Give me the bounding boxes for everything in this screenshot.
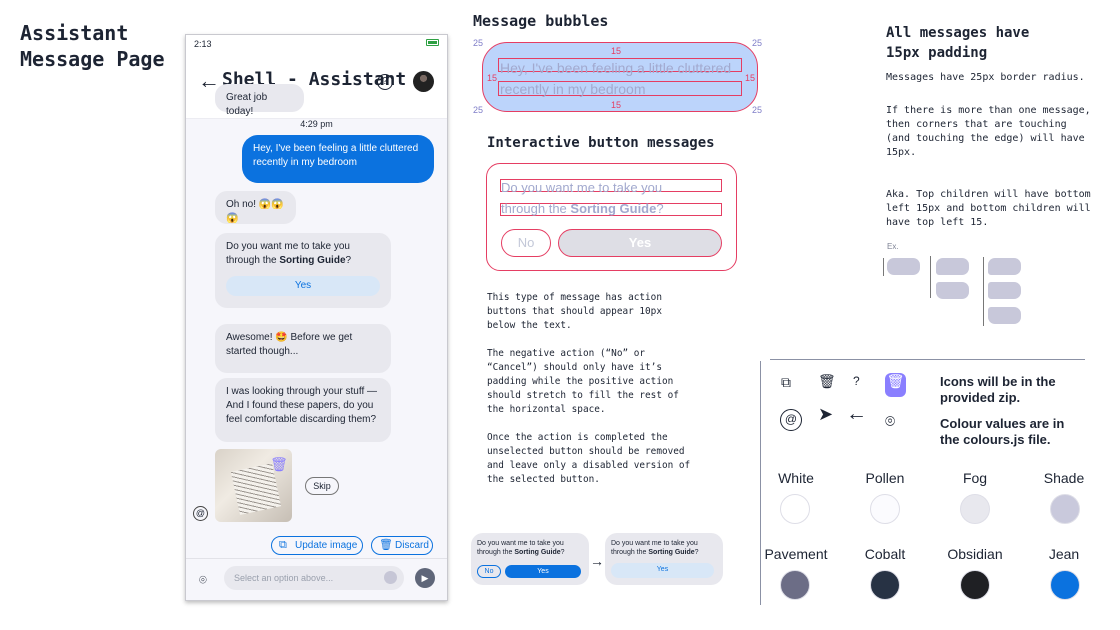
- bubble-text-line-1: Hey, I've been feeling a little cluttere…: [500, 60, 732, 76]
- message-composer: ⌾ Select an option above... ▶: [186, 558, 447, 600]
- status-time: 2:13: [194, 39, 212, 49]
- swatch-white: [780, 494, 810, 524]
- swatch-label-jean: Jean: [1048, 546, 1080, 562]
- update-image-button[interactable]: ⧉ Update image: [271, 536, 363, 555]
- interactive-text-line-2: through the Sorting Guide?: [501, 201, 664, 216]
- add-photo-icon: ⧉: [781, 374, 791, 390]
- page-title: Assistant Message Page: [20, 21, 165, 71]
- assistant-message-awesome: Awesome! 🤩 Before we get started though.…: [215, 324, 391, 373]
- interactive-after-example: Do you want me to take you through the So…: [605, 533, 723, 585]
- yes-button[interactable]: Yes: [226, 276, 380, 296]
- radius-label-top-left: 25: [473, 38, 484, 48]
- assistant-message-great: Great job today!: [215, 84, 304, 117]
- example-label: Ex.: [887, 242, 899, 251]
- radius-label-bottom-left: 25: [473, 105, 484, 115]
- colours-note: Colour values are in the colours.js file…: [940, 416, 1065, 447]
- message-input[interactable]: Select an option above...: [224, 566, 404, 590]
- stack-middle-example: [988, 282, 1021, 299]
- swatch-label-pollen: Pollen: [865, 470, 905, 486]
- swatch-cobalt: [870, 570, 900, 600]
- help-icon[interactable]: ?: [377, 74, 393, 90]
- interactive-button-heading: Interactive button messages: [487, 135, 715, 151]
- back-arrow-icon: ←: [846, 402, 867, 425]
- disabled-yes-button: Yes: [611, 563, 714, 578]
- interactive-before-example: Do you want me to take you through the So…: [471, 533, 589, 585]
- padding-rules-heading: All messages have 15px padding: [886, 25, 1030, 61]
- padding-label-right: 15: [745, 73, 756, 83]
- swatch-label-pavement: Pavement: [764, 546, 828, 562]
- bottom-child-example: [936, 282, 969, 299]
- user-message-cluttered: Hey, I've been feeling a little cluttere…: [242, 135, 434, 183]
- battery-icon: [426, 39, 439, 46]
- bubble-text-line-2: recently in my bedroom: [500, 81, 646, 97]
- send-icon: ➤: [818, 404, 834, 424]
- swatch-pollen: [870, 494, 900, 524]
- skip-button[interactable]: Skip: [305, 477, 339, 495]
- stack-top-example: [988, 258, 1021, 275]
- swatch-pavement: [780, 570, 810, 600]
- swatch-shade: [1050, 494, 1080, 524]
- assistant-message-papers: I was looking through your stuff — And I…: [215, 378, 391, 442]
- padding-label-left: 15: [487, 73, 498, 83]
- trash-icon[interactable]: 🗑: [270, 455, 288, 473]
- radius-label-bottom-right: 25: [752, 105, 763, 115]
- swatch-label-fog: Fog: [962, 470, 988, 486]
- send-icon[interactable]: ▶: [415, 568, 435, 588]
- avatar[interactable]: [413, 71, 434, 92]
- trash-icon: 🗑: [379, 539, 393, 551]
- corner-rule: If there is more than one message, then …: [886, 105, 1091, 158]
- yes-button[interactable]: Yes: [558, 229, 722, 257]
- before-no-button[interactable]: No: [477, 565, 501, 578]
- swatch-obsidian: [960, 570, 990, 600]
- trash-icon: 🗑: [818, 373, 836, 389]
- assistant-spiral-icon: @: [193, 506, 208, 521]
- discard-button[interactable]: 🗑 Discard: [371, 536, 433, 555]
- radius-rule: Messages have 25px border radius.: [886, 72, 1085, 83]
- stack-bottom-example: [988, 307, 1021, 324]
- swatch-label-white: White: [778, 470, 814, 486]
- message-timestamp: 4:29 pm: [300, 119, 333, 129]
- children-rule: Aka. Top children will have bottom left …: [886, 189, 1091, 228]
- assistant-message-sorting-guide: Do you want me to take you through the S…: [215, 233, 391, 308]
- radius-label-top-right: 25: [752, 38, 763, 48]
- edit-image-icon: ⧉: [279, 539, 287, 551]
- padding-label-bottom: 15: [611, 100, 622, 110]
- swatch-jean: [1050, 570, 1080, 600]
- swatch-label-obsidian: Obsidian: [947, 546, 1003, 562]
- assistant-spiral-icon: @: [780, 409, 802, 431]
- swatch-fog: [960, 494, 990, 524]
- padding-label-top: 15: [611, 46, 622, 56]
- interactive-guidance-note: This type of message has action buttons …: [487, 292, 691, 485]
- top-child-example: [936, 258, 969, 275]
- single-message-example: [887, 258, 920, 275]
- camera-icon[interactable]: ⌾: [199, 572, 207, 588]
- interactive-text-line-1: Do you want me to take you: [501, 180, 663, 195]
- example-edge-line: [930, 256, 931, 298]
- before-yes-button[interactable]: Yes: [505, 565, 581, 578]
- help-icon: ?: [853, 374, 860, 388]
- swatch-label-shade: Shade: [1043, 470, 1085, 486]
- status-bar: 2:13: [186, 35, 447, 51]
- swatch-label-cobalt: Cobalt: [864, 546, 906, 562]
- vertical-divider: [760, 361, 761, 605]
- emoji-icon[interactable]: [384, 571, 397, 584]
- assistant-message-oh-no: Oh no! 😱😱😱: [215, 191, 296, 224]
- transition-arrow-icon: →: [590, 553, 604, 569]
- camera-icon: ⌾: [885, 412, 896, 431]
- message-bubbles-heading: Message bubbles: [473, 12, 609, 30]
- icons-note: Icons will be in the provided zip.: [940, 374, 1056, 405]
- assistant-phone-mockup: 2:13 ← Shell - Assistant ? Great job tod…: [185, 34, 448, 601]
- horizontal-divider: [770, 359, 1085, 360]
- no-button[interactable]: No: [501, 229, 551, 257]
- example-edge-line: [883, 258, 884, 276]
- selected-trash-icon: 🗑: [885, 373, 906, 397]
- example-edge-line: [983, 257, 984, 326]
